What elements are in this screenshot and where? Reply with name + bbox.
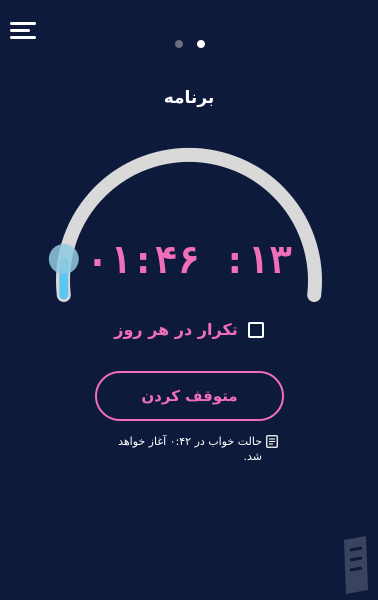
timer-dial [48, 147, 322, 302]
sleep-note: حالت خواب در ۰:۴۲ آغاز خواهد شد. [118, 434, 278, 464]
app-screen: برنامه ۰۱:۴۶ :۱۳ تکرار در هر روز متوقف ک… [0, 0, 378, 600]
repeat-daily-label: تکرار در هر روز [114, 320, 238, 339]
stop-button[interactable]: متوقف کردن [95, 371, 284, 421]
repeat-daily-checkbox[interactable] [247, 321, 264, 338]
document-icon [266, 435, 278, 448]
app-logo-icon [344, 536, 368, 594]
time-display: ۰۱:۴۶ :۱۳ [86, 238, 292, 282]
repeat-daily-row[interactable]: تکرار در هر روز [0, 320, 378, 339]
sleep-note-text: حالت خواب در ۰:۴۲ آغاز خواهد شد. [118, 435, 262, 463]
